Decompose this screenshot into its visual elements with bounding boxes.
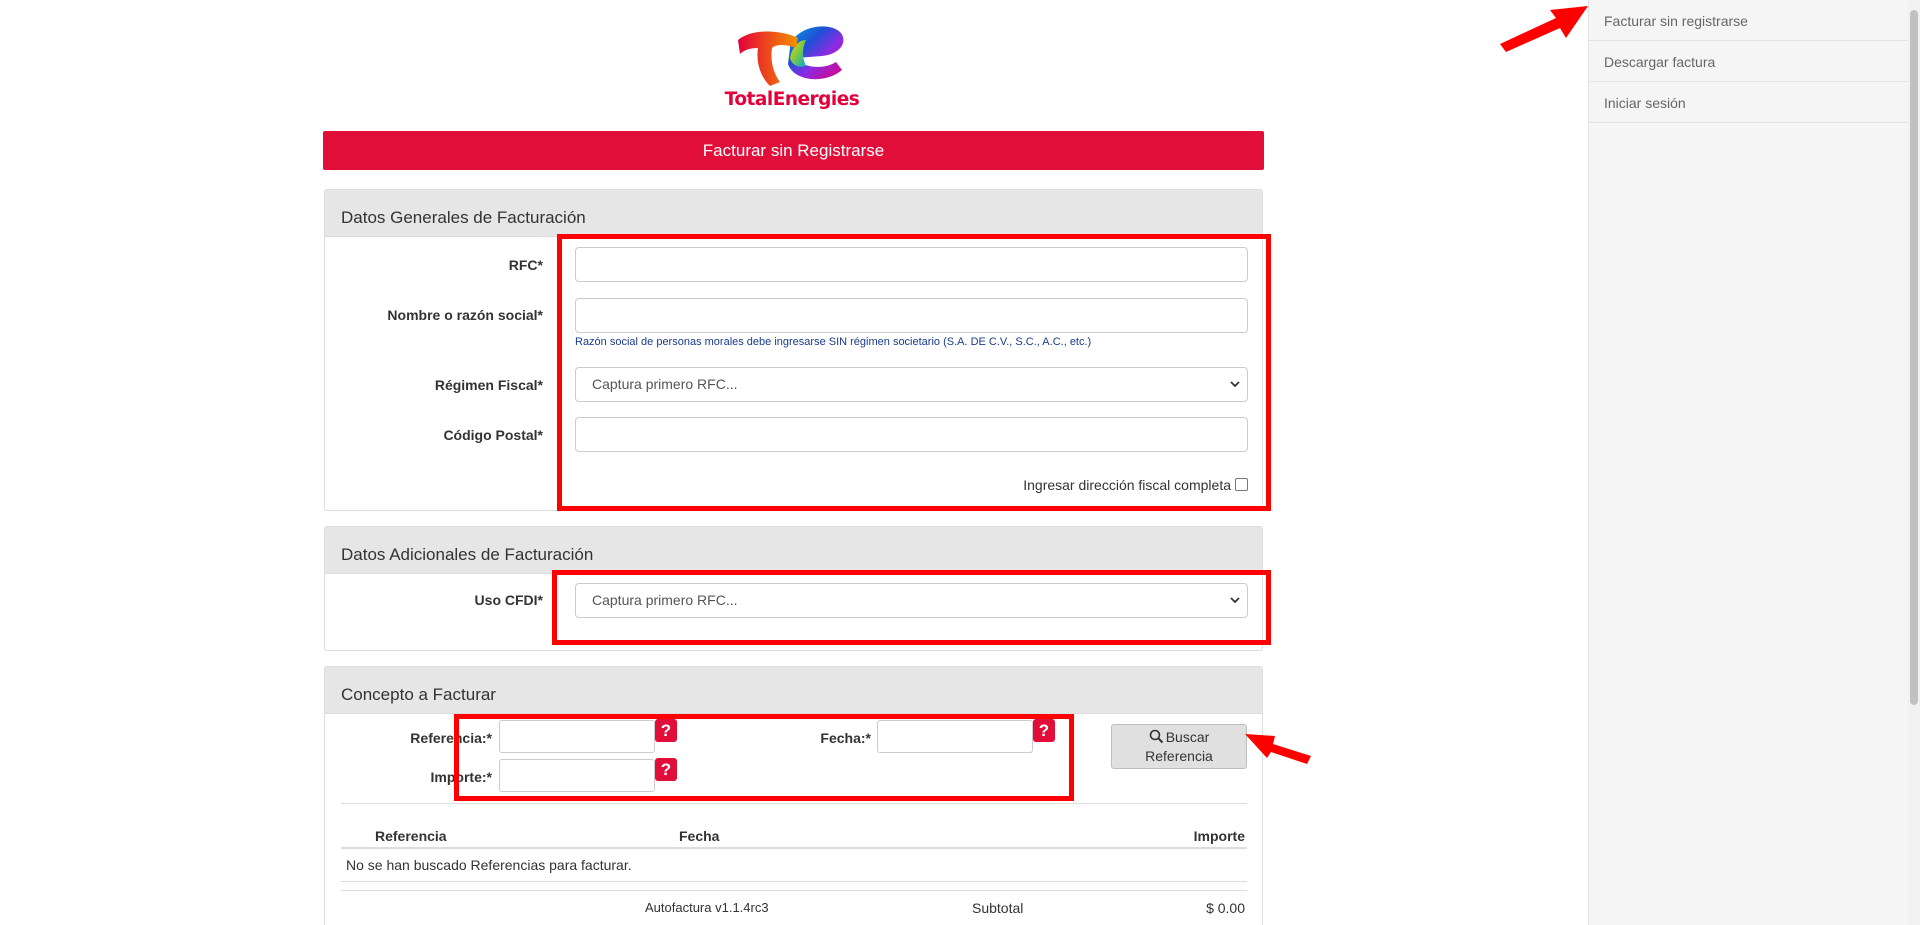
sidebar-item-iniciar-sesion[interactable]: Iniciar sesión [1589,82,1908,123]
buscar-label: Buscar [1165,729,1210,745]
highlight-box-concepto [454,714,1074,801]
cp-label: Código Postal* [443,427,543,443]
magnifier-icon [1149,729,1163,744]
uso-cfdi-label: Uso CFDI* [474,592,543,608]
column-header-fecha: Fecha [679,828,720,844]
table-header-divider [341,847,1247,849]
red-arrow-icon [1500,6,1588,52]
divider [341,803,1247,804]
table-footer-divider [341,890,1247,891]
regimen-label: Régimen Fiscal* [434,377,543,393]
sidebar-item-facturar[interactable]: Facturar sin registrarse [1589,0,1908,41]
brand-logo: TotalEnergies [722,18,862,118]
buscar-referencia-button[interactable]: Buscar Referencia [1111,724,1247,769]
highlight-box-datos-generales [557,234,1271,511]
column-header-importe: Importe [1193,828,1245,844]
page-title-banner: Facturar sin Registrarse [323,131,1264,170]
nombre-label: Nombre o razón social* [387,307,543,323]
subtotal-value: $ 0.00 [1206,900,1245,916]
rfc-label: RFC* [508,257,543,273]
subtotal-label: Subtotal [972,900,1024,916]
brand-name: TotalEnergies [724,89,860,110]
referencia-button-label: Referencia [1145,748,1213,764]
scrollbar-thumb[interactable] [1910,10,1918,705]
table-row-divider [341,881,1247,882]
highlight-box-uso-cfdi [552,570,1271,645]
sidebar-item-descargar[interactable]: Descargar factura [1589,41,1908,82]
datos-adicionales-heading: Datos Adicionales de Facturación [325,527,1262,574]
table-empty-message: No se han buscado Referencias para factu… [346,857,632,873]
datos-generales-heading: Datos Generales de Facturación [325,190,1262,237]
sidebar: Facturar sin registrarse Descargar factu… [1588,0,1908,925]
totalenergies-logo-icon [738,26,844,86]
concepto-heading: Concepto a Facturar [325,667,1262,714]
column-header-referencia: Referencia [375,828,447,844]
red-arrow-icon [1245,734,1311,764]
version-text: Autofactura v1.1.4rc3 [645,900,769,915]
